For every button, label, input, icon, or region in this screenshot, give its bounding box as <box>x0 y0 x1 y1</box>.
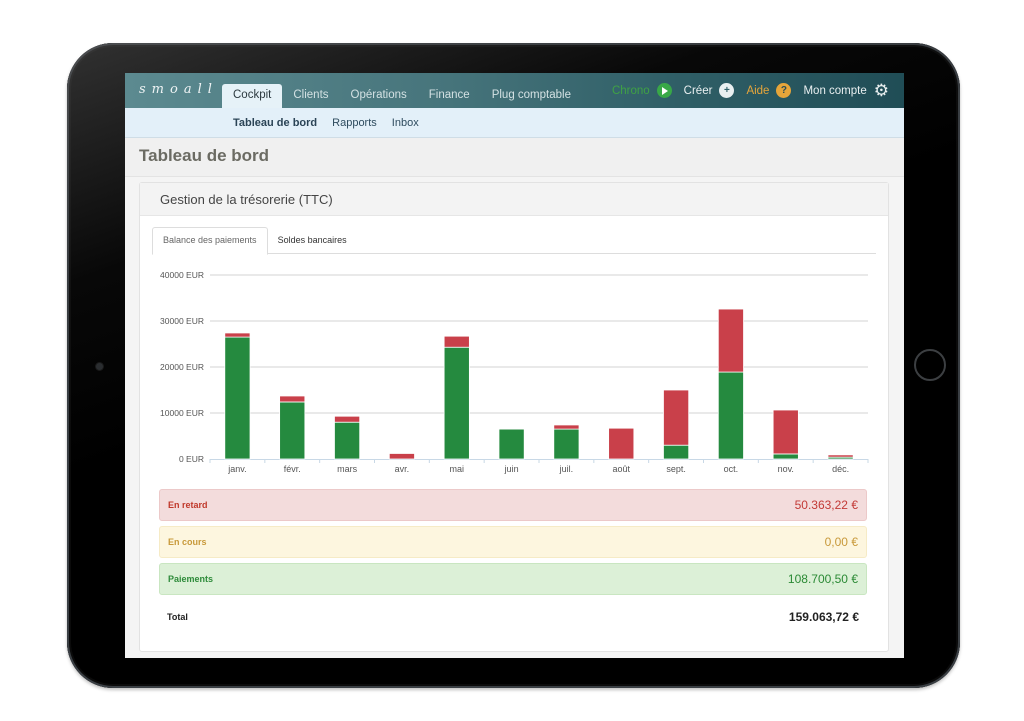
panel-tabs: Balance des paiements Soldes bancaires <box>152 227 876 255</box>
in-progress-label: En cours <box>168 537 207 547</box>
nav-tab-finance[interactable]: Finance <box>418 84 481 108</box>
x-tick-label: juil. <box>559 464 574 474</box>
summary-total-row: Total 159.063,72 € <box>159 601 867 633</box>
x-tick-label: janv. <box>227 464 246 474</box>
subnav-inbox[interactable]: Inbox <box>392 117 419 129</box>
nav-tab-plug-comptable[interactable]: Plug comptable <box>481 84 582 108</box>
bar-paid <box>553 428 580 460</box>
create-button[interactable]: Créer + <box>684 83 735 98</box>
nav-tab-cockpit[interactable]: Cockpit <box>222 84 283 108</box>
chrono-button[interactable]: Chrono <box>612 83 672 98</box>
bar-paid <box>279 401 306 460</box>
bar-late <box>717 308 744 373</box>
bar-late <box>224 332 251 338</box>
summary-late-row: En retard 50.363,22 € <box>159 489 867 521</box>
x-tick-label: juin <box>504 464 519 474</box>
bar-late <box>553 424 580 430</box>
x-tick-label: avr. <box>395 464 410 474</box>
y-tick-label: 20000 EUR <box>160 362 204 372</box>
bar-paid <box>334 421 361 460</box>
bar-paid <box>717 371 744 460</box>
panel-title: Gestion de la trésorerie (TTC) <box>140 183 888 216</box>
x-tick-label: août <box>612 464 630 474</box>
bar-late <box>334 415 361 423</box>
x-tick-label: mars <box>337 464 357 474</box>
tab-content: 0 EUR 10000 EUR 20000 EUR 30000 EUR 40000 EU… <box>152 267 876 642</box>
gear-icon: ⚙ <box>873 81 889 100</box>
x-tick-label: déc. <box>832 464 849 474</box>
bar-paid <box>498 428 525 460</box>
page-title: Tableau de bord <box>139 146 270 165</box>
app-logo[interactable]: smoall <box>139 82 218 97</box>
y-tick-label: 0 EUR <box>179 454 204 464</box>
camera <box>96 363 103 370</box>
payments-label: Paiements <box>168 574 214 584</box>
x-tick-label: sept. <box>666 464 686 474</box>
chrono-label: Chrono <box>611 84 650 97</box>
bar-paid <box>772 453 799 460</box>
treasury-panel: Gestion de la trésorerie (TTC) Balance d… <box>139 182 889 652</box>
total-amount: 159.063,72 € <box>788 610 859 624</box>
payments-amount: 108.700,50 € <box>787 572 858 586</box>
sub-navbar: Tableau de bord Rapports Inbox <box>125 108 904 138</box>
subnav-tableau-de-bord[interactable]: Tableau de bord <box>233 117 317 129</box>
bar-late <box>772 409 799 455</box>
bar-late <box>827 454 854 458</box>
create-label: Créer <box>683 84 713 97</box>
help-label: Aide <box>746 84 770 97</box>
bar-paid <box>663 444 690 460</box>
x-tick-label: nov. <box>778 464 794 474</box>
tab-balance-paiements[interactable]: Balance des paiements <box>152 227 268 255</box>
bar-paid <box>443 346 470 460</box>
play-circle-icon <box>656 83 672 98</box>
payments-bar-chart: 0 EUR 10000 EUR 20000 EUR 30000 EUR 40000 EU… <box>160 270 869 474</box>
bar-late <box>608 427 635 460</box>
y-tick-label: 30000 EUR <box>160 316 204 326</box>
plus-circle-icon: + <box>719 83 735 98</box>
x-tick-label: mai <box>449 464 464 474</box>
app-screen: smoall Cockpit Clients Opérations Financ… <box>125 73 904 658</box>
in-progress-amount: 0,00 € <box>824 535 858 549</box>
total-label: Total <box>167 612 188 622</box>
tab-soldes-bancaires[interactable]: Soldes bancaires <box>268 227 357 253</box>
main-nav: Cockpit Clients Opérations Finance Plug … <box>222 84 582 108</box>
top-navbar: smoall Cockpit Clients Opérations Financ… <box>125 73 904 108</box>
x-tick-label: févr. <box>284 464 301 474</box>
help-button[interactable]: Aide ? <box>746 83 792 98</box>
x-tick-label: oct. <box>724 464 739 474</box>
bar-late <box>279 395 306 403</box>
y-tick-label: 40000 EUR <box>160 270 204 280</box>
late-amount: 50.363,22 € <box>794 498 858 512</box>
question-circle-icon: ? <box>776 83 792 98</box>
account-button[interactable]: Mon compte ⚙ <box>803 81 889 100</box>
y-tick-label: 10000 EUR <box>160 408 204 418</box>
bar-late <box>663 389 690 446</box>
subnav-rapports[interactable]: Rapports <box>332 117 377 129</box>
summary-payments-row: Paiements 108.700,50 € <box>159 563 867 595</box>
nav-tab-operations[interactable]: Opérations <box>340 84 418 108</box>
late-label: En retard <box>168 500 208 510</box>
home-button[interactable] <box>914 349 946 381</box>
account-label: Mon compte <box>803 84 867 97</box>
bar-late <box>443 335 470 348</box>
bar-paid <box>224 336 251 460</box>
bar-late <box>388 453 415 460</box>
summary-in-progress-row: En cours 0,00 € <box>159 526 867 558</box>
nav-tab-clients[interactable]: Clients <box>282 84 339 108</box>
navbar-actions: Chrono Créer + Aide ? Mon compte ⚙ <box>600 73 889 108</box>
